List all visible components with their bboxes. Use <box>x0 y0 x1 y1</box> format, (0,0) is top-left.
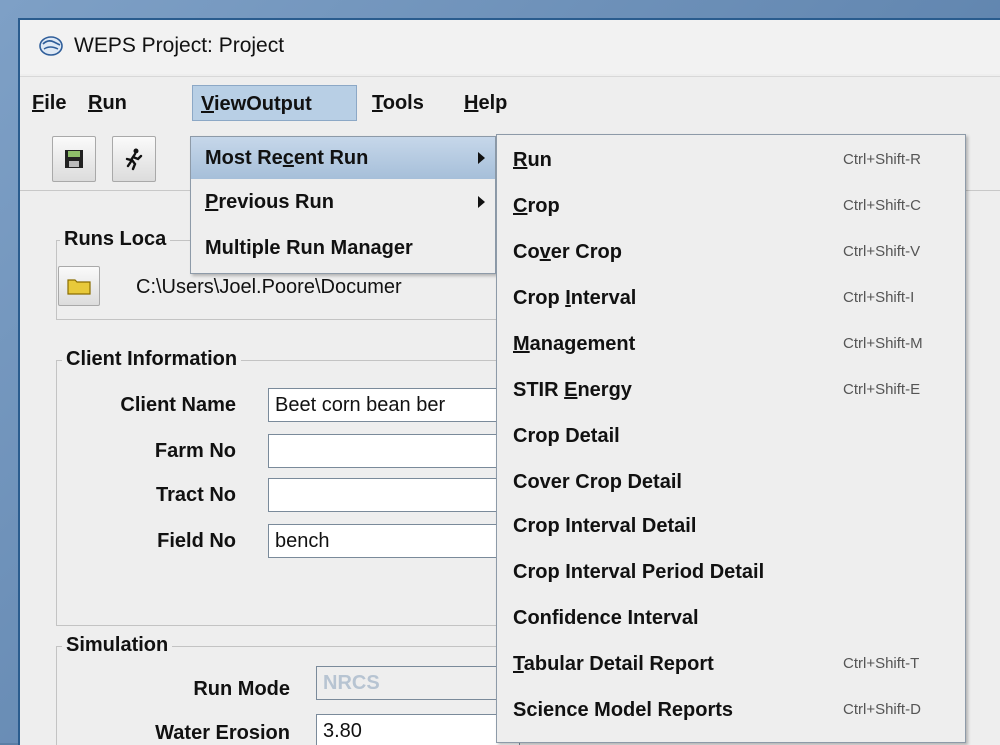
shortcut-label: Ctrl+Shift-T <box>843 655 920 672</box>
browse-folder-button[interactable] <box>58 266 100 306</box>
field-no-label: Field No <box>157 530 236 552</box>
shortcut-label: Ctrl+Shift-C <box>843 197 921 214</box>
runs-location-title: Runs Loca <box>60 228 171 251</box>
submenu-item-confidence-interval[interactable]: Confidence Interval <box>497 595 965 641</box>
field-no-field[interactable]: bench <box>268 524 520 558</box>
submenu-item-cover-crop[interactable]: Cover Crop Ctrl+Shift-V <box>497 229 965 275</box>
run-button[interactable] <box>112 136 156 182</box>
window-title: WEPS Project: Project <box>74 34 285 57</box>
tract-no-label: Tract No <box>155 484 236 506</box>
most-recent-run-submenu: Run Ctrl+Shift-R Crop Ctrl+Shift-C Cover C… <box>496 134 966 743</box>
menu-run[interactable]: Run <box>80 85 135 121</box>
shortcut-label: Ctrl+Shift-E <box>843 381 921 398</box>
folder-icon <box>59 267 99 305</box>
shortcut-label: Ctrl+Shift-D <box>843 701 921 718</box>
client-name-label: Client Name <box>120 394 236 416</box>
menu-tools[interactable]: Tools <box>364 85 432 121</box>
submenu-item-management[interactable]: Management Ctrl+Shift-M <box>497 321 965 367</box>
farm-no-field[interactable] <box>268 434 520 468</box>
save-icon <box>53 137 95 181</box>
water-erosion-label: Water Erosion <box>155 722 290 744</box>
menu-file[interactable]: File <box>24 85 74 121</box>
save-button[interactable] <box>52 136 96 182</box>
menu-help[interactable]: Help <box>456 85 515 121</box>
shortcut-label: Ctrl+Shift-M <box>843 335 923 352</box>
client-information-title: Client Information <box>62 348 242 371</box>
title-bar: WEPS Project: Project <box>20 20 1000 74</box>
menu-viewoutput[interactable]: ViewOutput <box>192 85 357 121</box>
submenu-item-crop-detail[interactable]: Crop Detail <box>497 413 965 459</box>
submenu-item-crop-interval-detail[interactable]: Crop Interval Detail <box>497 503 965 549</box>
viewoutput-dropdown: Most Recent Run Previous Run Multiple Ru… <box>190 136 496 274</box>
water-erosion-field[interactable]: 3.80 <box>316 714 520 745</box>
submenu-item-crop-interval-period-detail[interactable]: Crop Interval Period Detail <box>497 549 965 595</box>
menu-bar: File Run ViewOutput Tools Help <box>20 76 1000 129</box>
submenu-item-crop[interactable]: Crop Ctrl+Shift-C <box>497 183 965 229</box>
menu-item-most-recent-run[interactable]: Most Recent Run <box>191 137 495 179</box>
submenu-item-stir-energy[interactable]: STIR Energy Ctrl+Shift-E <box>497 367 965 413</box>
submenu-arrow-icon <box>478 152 485 164</box>
shortcut-label: Ctrl+Shift-V <box>843 243 921 260</box>
simulation-title: Simulation <box>62 634 173 657</box>
menu-item-previous-run[interactable]: Previous Run <box>191 181 495 223</box>
run-mode-label: Run Mode <box>193 678 290 700</box>
shortcut-label: Ctrl+Shift-I <box>843 289 915 306</box>
submenu-item-cover-crop-detail[interactable]: Cover Crop Detail <box>497 459 965 505</box>
runs-location-path: C:\Users\Joel.Poore\Documer <box>136 276 402 298</box>
weps-app-icon <box>39 36 63 56</box>
client-name-field[interactable]: Beet corn bean ber <box>268 388 520 422</box>
shortcut-label: Ctrl+Shift-R <box>843 151 921 168</box>
submenu-item-crop-interval[interactable]: Crop Interval Ctrl+Shift-I <box>497 275 965 321</box>
running-man-icon <box>113 137 155 181</box>
submenu-item-run[interactable]: Run Ctrl+Shift-R <box>497 137 965 183</box>
farm-no-label: Farm No <box>154 440 236 462</box>
run-mode-select[interactable]: NRCS <box>316 666 520 700</box>
tract-no-field[interactable] <box>268 478 520 512</box>
menu-item-multiple-run-manager[interactable]: Multiple Run Manager <box>191 227 495 269</box>
submenu-item-tabular-detail-report[interactable]: Tabular Detail Report Ctrl+Shift-T <box>497 641 965 687</box>
submenu-item-science-model-reports[interactable]: Science Model Reports Ctrl+Shift-D <box>497 687 965 733</box>
submenu-arrow-icon <box>478 196 485 208</box>
